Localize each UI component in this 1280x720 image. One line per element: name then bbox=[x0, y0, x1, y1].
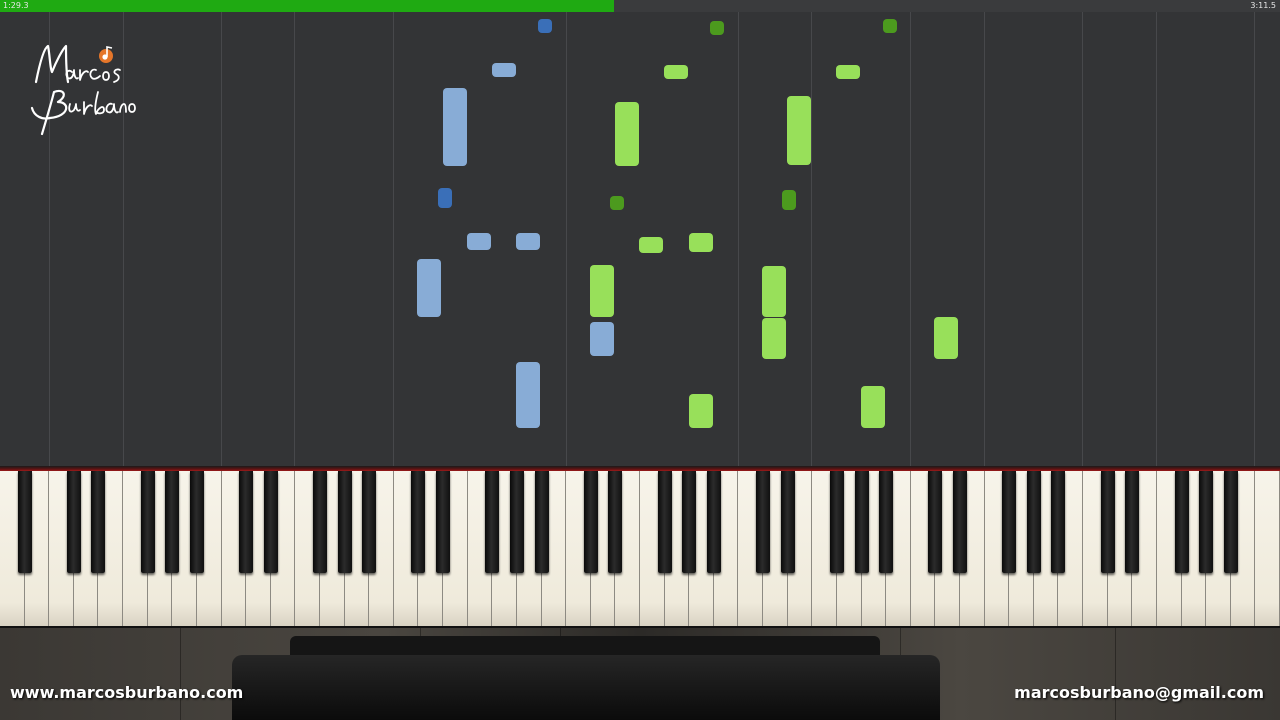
octave-gridline bbox=[393, 12, 394, 466]
black-key[interactable] bbox=[17, 471, 32, 573]
right-hand-note bbox=[590, 265, 614, 317]
left-hand-note bbox=[516, 362, 540, 428]
octave-gridline bbox=[1156, 12, 1157, 466]
black-key[interactable] bbox=[1051, 471, 1066, 573]
right-hand-note bbox=[689, 394, 713, 428]
right-hand-note bbox=[639, 237, 663, 253]
octave-gridline bbox=[1254, 12, 1255, 466]
right-hand-note bbox=[782, 190, 796, 210]
left-hand-note bbox=[417, 259, 441, 317]
marcos-burbano-logo bbox=[30, 44, 136, 136]
black-key[interactable] bbox=[879, 471, 894, 573]
octave-gridline bbox=[738, 12, 739, 466]
black-key[interactable] bbox=[1100, 471, 1115, 573]
black-key[interactable] bbox=[1002, 471, 1017, 573]
black-key[interactable] bbox=[682, 471, 697, 573]
piano-keyboard[interactable] bbox=[0, 471, 1280, 628]
left-hand-note bbox=[443, 88, 467, 166]
black-key[interactable] bbox=[165, 471, 180, 573]
website-url: www.marcosburbano.com bbox=[10, 683, 244, 702]
progress-bar-fill bbox=[0, 0, 615, 12]
black-key[interactable] bbox=[485, 471, 500, 573]
black-key[interactable] bbox=[411, 471, 426, 573]
black-key[interactable] bbox=[313, 471, 327, 573]
right-hand-note bbox=[883, 19, 897, 33]
black-key[interactable] bbox=[263, 471, 278, 573]
black-key[interactable] bbox=[66, 471, 81, 573]
total-time: 3:11.5 bbox=[1250, 1, 1276, 10]
octave-gridline bbox=[221, 12, 222, 466]
right-hand-note bbox=[710, 21, 724, 35]
black-key[interactable] bbox=[657, 471, 672, 573]
octave-gridline bbox=[1082, 12, 1083, 466]
right-hand-note bbox=[762, 266, 786, 317]
black-key[interactable] bbox=[1199, 471, 1214, 573]
black-key[interactable] bbox=[953, 471, 967, 573]
black-key[interactable] bbox=[1026, 471, 1041, 573]
right-hand-note bbox=[615, 102, 639, 166]
left-hand-note bbox=[467, 233, 491, 250]
octave-gridline bbox=[910, 12, 911, 466]
floor-plank-seam bbox=[1115, 628, 1116, 720]
right-hand-note bbox=[934, 317, 958, 359]
black-key[interactable] bbox=[91, 471, 106, 573]
music-note-icon bbox=[99, 46, 113, 63]
right-hand-note bbox=[664, 65, 688, 79]
piano-roll bbox=[0, 12, 1280, 466]
right-hand-note bbox=[610, 196, 624, 210]
right-hand-note bbox=[861, 386, 885, 428]
black-key[interactable] bbox=[608, 471, 623, 573]
black-key[interactable] bbox=[140, 471, 155, 573]
piano-bench bbox=[232, 655, 940, 720]
octave-gridline bbox=[811, 12, 812, 466]
black-key[interactable] bbox=[1223, 471, 1238, 573]
black-key[interactable] bbox=[854, 471, 869, 573]
octave-gridline bbox=[566, 12, 567, 466]
black-key[interactable] bbox=[829, 471, 844, 573]
right-hand-note bbox=[689, 233, 713, 252]
elapsed-time: 1:29.3 bbox=[3, 1, 29, 10]
black-key[interactable] bbox=[583, 471, 598, 573]
black-key[interactable] bbox=[534, 471, 549, 573]
progress-bar[interactable]: 1:29.3 3:11.5 bbox=[0, 0, 1280, 12]
black-key[interactable] bbox=[756, 471, 771, 573]
black-key[interactable] bbox=[362, 471, 377, 573]
octave-gridline bbox=[984, 12, 985, 466]
right-hand-note bbox=[762, 318, 786, 359]
right-hand-note bbox=[836, 65, 860, 79]
left-hand-note bbox=[438, 188, 452, 208]
black-key[interactable] bbox=[509, 471, 524, 573]
black-key[interactable] bbox=[1125, 471, 1140, 573]
black-key[interactable] bbox=[1174, 471, 1189, 573]
floor-plank-seam bbox=[180, 628, 181, 720]
white-key[interactable] bbox=[1255, 471, 1280, 626]
octave-gridline bbox=[294, 12, 295, 466]
black-key[interactable] bbox=[780, 471, 795, 573]
black-key[interactable] bbox=[239, 471, 254, 573]
black-key[interactable] bbox=[928, 471, 943, 573]
black-key[interactable] bbox=[436, 471, 451, 573]
left-hand-note bbox=[492, 63, 516, 77]
black-key[interactable] bbox=[189, 471, 204, 573]
black-key[interactable] bbox=[337, 471, 352, 573]
left-hand-note bbox=[516, 233, 540, 250]
left-hand-note bbox=[590, 322, 614, 356]
contact-email: marcosburbano@gmail.com bbox=[1014, 683, 1264, 702]
left-hand-note bbox=[538, 19, 552, 33]
right-hand-note bbox=[787, 96, 811, 165]
black-key[interactable] bbox=[706, 471, 721, 573]
